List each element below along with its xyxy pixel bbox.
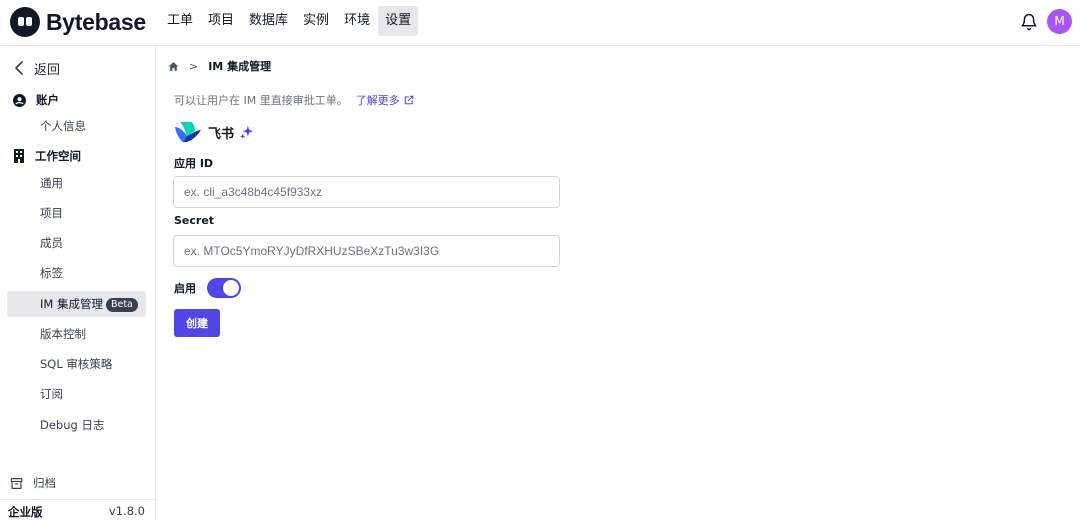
app-id-input[interactable] bbox=[173, 176, 560, 208]
secret-label: Secret bbox=[174, 214, 215, 227]
sidebar-item-profile[interactable]: 个人信息 bbox=[7, 113, 146, 139]
section-workspace: 工作空间 bbox=[13, 147, 81, 165]
sidebar-item-sql-review[interactable]: SQL 审核策略 bbox=[7, 351, 146, 377]
user-avatar[interactable]: M bbox=[1047, 9, 1072, 34]
breadcrumb-separator: > bbox=[189, 59, 199, 73]
sidebar-item-labels[interactable]: 标签 bbox=[7, 260, 146, 286]
create-button[interactable]: 创建 bbox=[174, 309, 220, 337]
section-account: 账户 bbox=[13, 91, 59, 109]
beta-badge: Beta bbox=[105, 298, 138, 312]
top-bar: Bytebase 工单 项目 数据库 实例 环境 设置 M bbox=[0, 0, 1080, 46]
building-icon bbox=[14, 149, 24, 163]
archive-icon bbox=[10, 477, 23, 489]
archive-label: 归档 bbox=[33, 476, 56, 490]
user-circle-icon bbox=[13, 93, 26, 107]
bell-icon[interactable] bbox=[1020, 12, 1038, 32]
nav-environments[interactable]: 环境 bbox=[337, 6, 377, 36]
edition-label: 企业版 bbox=[8, 505, 43, 519]
learn-more-label: 了解更多 bbox=[355, 94, 400, 107]
logo-icon bbox=[10, 7, 40, 37]
nav-issues[interactable]: 工单 bbox=[160, 6, 200, 36]
learn-more-link[interactable]: 了解更多 bbox=[356, 92, 414, 108]
sidebar-item-members[interactable]: 成员 bbox=[7, 230, 146, 256]
sidebar-item-im-integration[interactable]: IM 集成管理 Beta bbox=[7, 291, 146, 317]
page-description: 可以让用户在 IM 里直接审批工单。 了解更多 bbox=[174, 92, 414, 108]
nav-projects[interactable]: 项目 bbox=[201, 6, 241, 36]
enable-label: 启用 bbox=[174, 282, 196, 295]
toggle-knob bbox=[223, 280, 239, 296]
sidebar-item-general[interactable]: 通用 bbox=[7, 170, 146, 196]
breadcrumb-current: IM 集成管理 bbox=[208, 60, 272, 73]
logo-text: Bytebase bbox=[46, 8, 146, 35]
sidebar-item-projects[interactable]: 项目 bbox=[7, 200, 146, 226]
main-nav: 工单 项目 数据库 实例 环境 设置 bbox=[160, 6, 419, 36]
external-link-icon bbox=[404, 95, 413, 105]
app-id-label: 应用 ID bbox=[174, 157, 214, 170]
section-account-label: 账户 bbox=[36, 93, 59, 107]
nav-settings[interactable]: 设置 bbox=[378, 6, 419, 36]
enable-toggle[interactable] bbox=[207, 278, 241, 298]
sparkles-icon bbox=[240, 125, 254, 139]
version-label: v1.8.0 bbox=[108, 504, 145, 518]
sidebar-footer: 企业版 v1.8.0 bbox=[0, 499, 156, 520]
breadcrumb: > IM 集成管理 bbox=[168, 58, 271, 74]
nav-databases[interactable]: 数据库 bbox=[242, 6, 295, 36]
provider-name: 飞书 bbox=[208, 126, 235, 142]
sidebar-item-label: IM 集成管理 bbox=[40, 297, 103, 311]
back-label: 返回 bbox=[34, 62, 61, 78]
section-workspace-label: 工作空间 bbox=[35, 149, 81, 163]
nav-instances[interactable]: 实例 bbox=[296, 6, 336, 36]
sidebar-item-debug-log[interactable]: Debug 日志 bbox=[7, 412, 146, 438]
home-icon[interactable] bbox=[168, 61, 179, 72]
sidebar-item-subscription[interactable]: 订阅 bbox=[7, 381, 146, 407]
chevron-left-icon bbox=[15, 61, 23, 75]
back-button[interactable]: 返回 bbox=[14, 58, 60, 78]
bytebase-logo[interactable]: Bytebase bbox=[10, 7, 146, 37]
feishu-logo-icon bbox=[175, 122, 201, 143]
archive-link[interactable]: 归档 bbox=[10, 474, 56, 492]
secret-input[interactable] bbox=[173, 235, 560, 267]
settings-sidebar: 返回 账户 个人信息 工作空间 通用 项目 成员 标签 IM 集成管理 Beta … bbox=[0, 46, 156, 520]
provider-header: 飞书 bbox=[174, 121, 254, 143]
sidebar-item-version-control[interactable]: 版本控制 bbox=[7, 321, 146, 347]
enable-row: 启用 bbox=[174, 277, 241, 299]
description-text: 可以让用户在 IM 里直接审批工单。 bbox=[174, 94, 348, 107]
